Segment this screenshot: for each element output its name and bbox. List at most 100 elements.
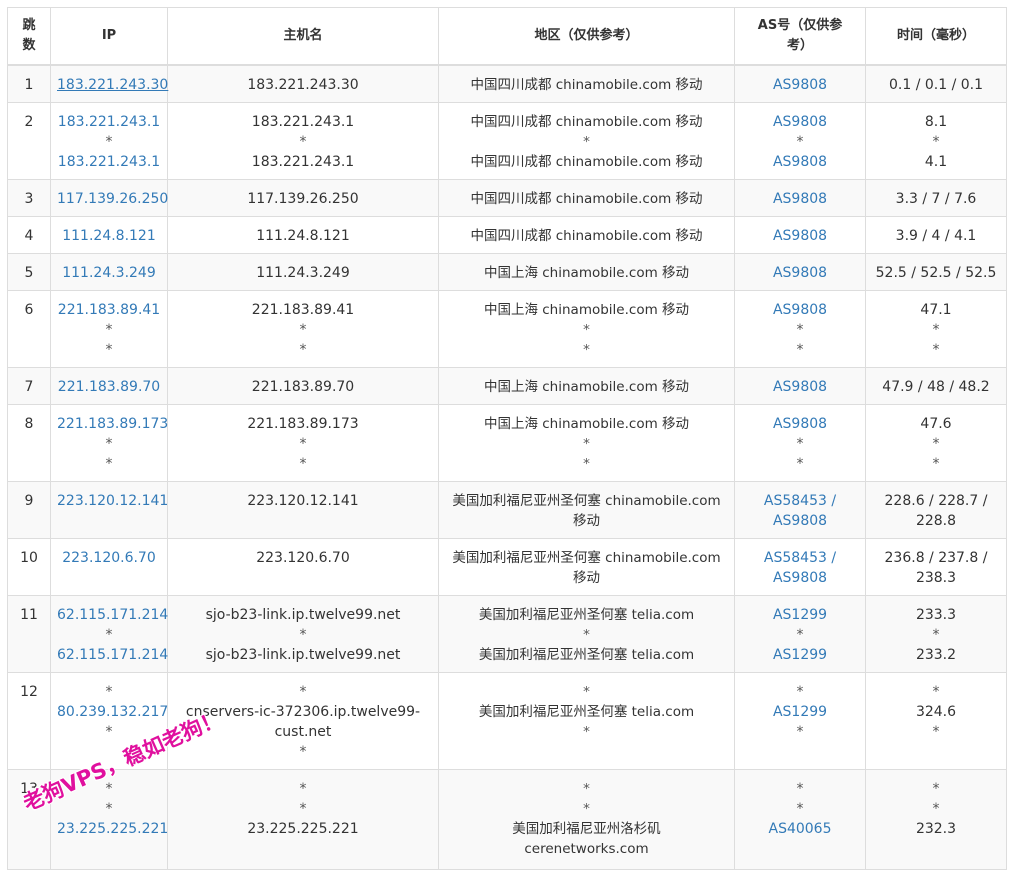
host-value: 23.225.225.221	[247, 820, 359, 837]
hop-value: 10	[20, 549, 38, 566]
ip-empty: *	[105, 455, 113, 472]
cell-as: AS9808 * *	[734, 289, 866, 368]
as-link[interactable]: AS9808	[741, 511, 859, 531]
cell-ip: 221.183.89.41 * *	[50, 289, 168, 368]
time-value: 47.6	[920, 415, 952, 432]
cell-as: AS1299 * AS1299	[734, 594, 866, 673]
ip-empty: *	[105, 800, 113, 817]
as-link[interactable]: AS40065	[741, 819, 859, 839]
ip-link[interactable]: 23.225.225.221	[57, 819, 168, 839]
table-row: 4 111.24.8.121 111.24.8.121 中国四川成都 chinamob…	[7, 215, 1007, 254]
ip-link[interactable]: 62.115.171.214	[57, 645, 168, 665]
time-empty: *	[932, 133, 940, 150]
host-value: 111.24.8.121	[256, 227, 350, 244]
time-value: 47.1	[920, 301, 952, 318]
header-hop: 跳数	[7, 7, 51, 66]
cell-geo: 中国四川成都 chinamobile.com 移动 * 中国四川成都 chinamo…	[438, 101, 735, 180]
cell-hop: 2	[7, 101, 51, 180]
ip-link[interactable]: 183.221.243.1	[57, 152, 161, 172]
header-as: AS号（仅供参考）	[734, 7, 866, 66]
as-link[interactable]: AS9808	[741, 226, 859, 246]
cell-time: 47.1 * *	[865, 289, 1007, 368]
ip-link[interactable]: 111.24.3.249	[57, 263, 161, 283]
cell-as: AS9808	[734, 215, 866, 254]
as-link[interactable]: AS58453 /	[741, 491, 859, 511]
time-value: 47.9 / 48 / 48.2	[882, 378, 990, 395]
as-link[interactable]: AS9808	[741, 377, 859, 397]
geo-empty: *	[583, 626, 590, 643]
header-as-label: AS号（仅供参考）	[757, 18, 843, 53]
ip-link[interactable]: 223.120.6.70	[57, 548, 161, 568]
ip-link[interactable]: 223.120.12.141	[57, 491, 168, 511]
time-value: 233.2	[915, 646, 957, 663]
geo-value: 中国四川成都 chinamobile.com 移动	[470, 227, 703, 244]
cell-hop: 4	[7, 215, 51, 254]
ip-link[interactable]: 183.221.243.1	[57, 112, 161, 132]
cell-hop: 11	[7, 594, 51, 673]
as-link[interactable]: AS1299	[741, 605, 859, 625]
ip-link[interactable]: 221.183.89.70	[57, 377, 161, 397]
host-empty: *	[299, 743, 307, 760]
ip-link[interactable]: 183.221.243.30	[57, 75, 168, 95]
cell-host: * * 23.225.225.221	[167, 768, 439, 870]
ip-empty: *	[105, 780, 113, 797]
time-empty: *	[932, 780, 940, 797]
table-row: 8 221.183.89.173 * * 221.183.89.173 * * 中国上海 ch…	[7, 403, 1007, 482]
as-link[interactable]: AS9808	[741, 152, 859, 172]
cell-ip: 223.120.6.70	[50, 537, 168, 596]
ip-link[interactable]: 221.183.89.41	[57, 300, 161, 320]
table-row: 11 62.115.171.214 * 62.115.171.214 sjo-b23-l…	[7, 594, 1007, 673]
geo-value: 移动	[573, 512, 600, 529]
host-value: 117.139.26.250	[247, 190, 359, 207]
cell-as: AS9808 * AS9808	[734, 101, 866, 180]
hop-value: 2	[24, 113, 34, 130]
hop-value: 6	[24, 301, 34, 318]
geo-value: 中国四川成都 chinamobile.com 移动	[470, 77, 703, 93]
time-empty: *	[932, 723, 940, 740]
cell-geo: 中国上海 chinamobile.com 移动	[438, 252, 735, 291]
as-link[interactable]: AS9808	[741, 189, 859, 209]
as-empty: *	[796, 321, 804, 338]
as-link[interactable]: AS9808	[741, 263, 859, 283]
ip-link[interactable]: 221.183.89.173	[57, 414, 168, 434]
cell-host: 221.183.89.173 * *	[167, 403, 439, 482]
cell-host: 111.24.3.249	[167, 252, 439, 291]
as-empty: *	[796, 683, 804, 700]
cell-geo: 中国上海 chinamobile.com 移动 * *	[438, 289, 735, 368]
ip-link[interactable]: 80.239.132.217	[57, 702, 168, 722]
as-link[interactable]: AS9808	[741, 568, 859, 588]
host-value: 221.183.89.173	[247, 415, 359, 432]
as-link[interactable]: AS9808	[741, 75, 859, 95]
header-time: 时间（毫秒）	[865, 7, 1007, 66]
cell-ip: 183.221.243.1 * 183.221.243.1	[50, 101, 168, 180]
ip-link[interactable]: 62.115.171.214	[57, 605, 168, 625]
cell-host: 221.183.89.41 * *	[167, 289, 439, 368]
hop-value: 11	[20, 606, 38, 623]
cell-geo: 美国加利福尼亚州圣何塞 telia.com * 美国加利福尼亚州圣何塞 telia.…	[438, 594, 735, 673]
as-link[interactable]: AS9808	[741, 414, 859, 434]
ip-empty: *	[105, 626, 113, 643]
cell-time: 236.8 / 237.8 / 238.3	[865, 537, 1007, 596]
table-row: 2 183.221.243.1 * 183.221.243.1 183.221.243.…	[7, 101, 1007, 180]
cell-time: 47.9 / 48 / 48.2	[865, 366, 1007, 405]
host-value: sjo-b23-link.ip.twelve99.net	[205, 646, 401, 663]
geo-empty: *	[583, 800, 590, 817]
ip-empty: *	[105, 683, 113, 700]
as-empty: *	[796, 341, 804, 358]
host-empty: *	[299, 780, 307, 797]
as-link[interactable]: AS58453 /	[741, 548, 859, 568]
as-link[interactable]: AS1299	[741, 702, 859, 722]
cell-hop: 13	[7, 768, 51, 870]
time-value: 228.6 / 228.7 /	[884, 492, 988, 509]
header-geo: 地区（仅供参考）	[438, 7, 735, 66]
as-link[interactable]: AS9808	[741, 112, 859, 132]
hop-value: 5	[24, 264, 34, 281]
time-value: 8.1	[924, 113, 948, 130]
time-empty: *	[932, 435, 940, 452]
time-value: 228.8	[915, 512, 957, 529]
cell-time: 8.1 * 4.1	[865, 101, 1007, 180]
ip-link[interactable]: 111.24.8.121	[57, 226, 161, 246]
as-link[interactable]: AS9808	[741, 300, 859, 320]
ip-link[interactable]: 117.139.26.250	[57, 189, 168, 209]
as-link[interactable]: AS1299	[741, 645, 859, 665]
